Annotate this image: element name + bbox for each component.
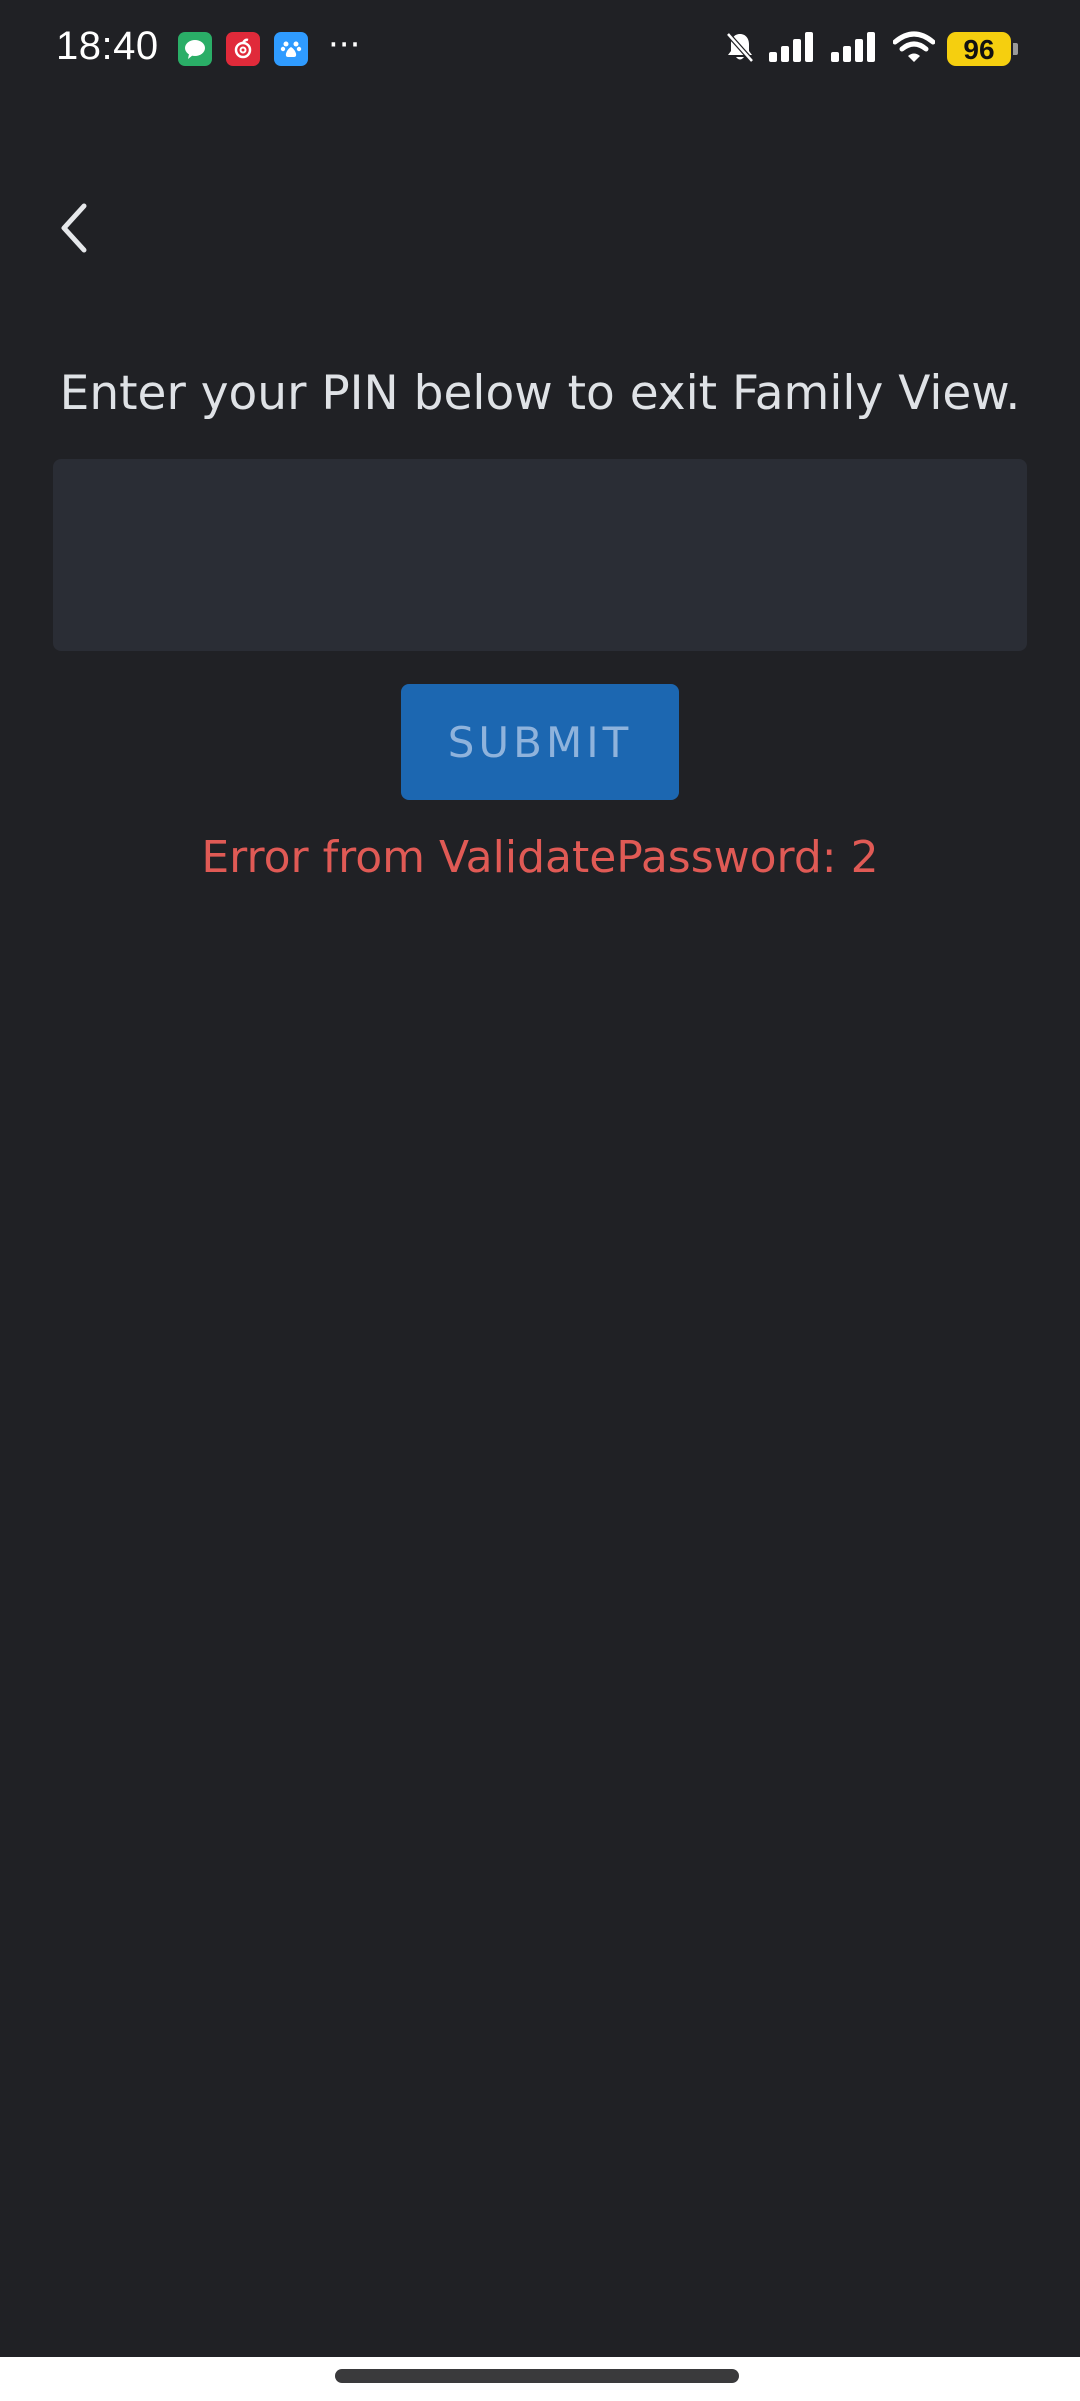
chevron-left-icon [61, 203, 87, 253]
wifi-icon [892, 30, 936, 68]
pin-prompt: Enter your PIN below to exit Family View… [59, 366, 1021, 421]
status-bar: 18:40 ··· 96 [0, 0, 1080, 100]
status-time: 18:40 [56, 24, 159, 68]
wechat-icon [178, 32, 212, 66]
error-message: Error from ValidatePassword: 2 [201, 832, 879, 883]
mute-bell-icon [723, 30, 757, 68]
netease-music-icon [226, 32, 260, 66]
home-indicator[interactable] [335, 2369, 739, 2383]
submit-button[interactable]: SUBMIT [401, 684, 679, 800]
battery-nub [1013, 43, 1018, 55]
battery-icon: 96 [947, 32, 1011, 66]
signal-icon [831, 30, 881, 68]
signal-icon [769, 30, 819, 68]
more-notifications-icon: ··· [328, 25, 361, 65]
back-button[interactable] [42, 192, 106, 264]
pin-input[interactable] [53, 459, 1027, 651]
baidu-icon [274, 32, 308, 66]
system-icons: 96 [723, 30, 1018, 68]
notification-icons: ··· [178, 25, 361, 66]
